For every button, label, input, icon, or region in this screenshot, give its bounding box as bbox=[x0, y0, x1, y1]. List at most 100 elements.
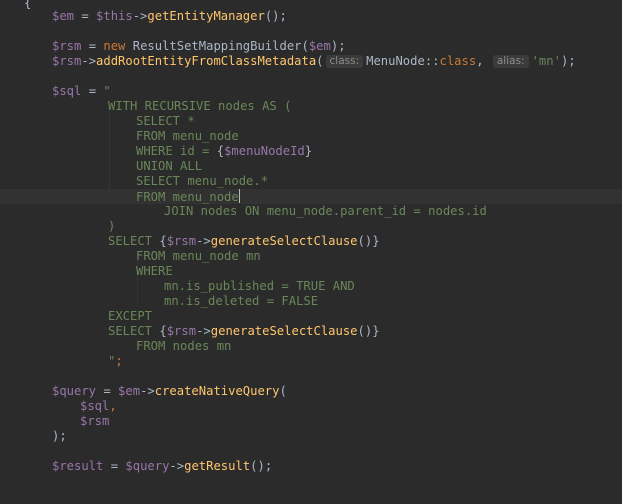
string-token: FROM nodes mn bbox=[136, 339, 232, 353]
code-line[interactable]: UNION ALL bbox=[0, 159, 622, 174]
variable-token: $rsm bbox=[80, 414, 110, 428]
string-token: SELECT bbox=[108, 324, 160, 338]
function-token: getResult bbox=[184, 459, 251, 473]
code-line[interactable]: SELECT {$rsm->generateSelectClause()} bbox=[0, 324, 622, 339]
variable-token: $query bbox=[125, 459, 170, 473]
code-line[interactable]: $sql, bbox=[0, 399, 622, 414]
variable-token: $rsm bbox=[166, 324, 197, 338]
operator-token: -> bbox=[140, 384, 155, 398]
operator-token: = bbox=[74, 9, 97, 23]
class-token: MenuNode:: bbox=[366, 54, 440, 68]
variable-token: $rsm bbox=[52, 39, 82, 53]
operator-token: -> bbox=[196, 234, 211, 248]
keyword-token: new bbox=[103, 39, 133, 53]
code-line[interactable]: SELECT menu_node.* bbox=[0, 174, 622, 189]
code-line[interactable]: FROM menu_node bbox=[0, 129, 622, 144]
interpolation-brace: } bbox=[372, 234, 380, 248]
punct-token: (); bbox=[250, 459, 273, 473]
punct-token: , bbox=[109, 399, 117, 413]
punct-token: () bbox=[357, 324, 373, 338]
punct-token: (); bbox=[264, 9, 287, 23]
variable-token: $menuNodeId bbox=[224, 144, 305, 158]
code-line[interactable]: SELECT {$rsm->generateSelectClause()} bbox=[0, 234, 622, 249]
string-token: EXCEPT bbox=[108, 309, 153, 323]
code-line[interactable]: $result = $query->getResult(); bbox=[0, 459, 622, 474]
code-line[interactable]: WHERE id = {$menuNodeId} bbox=[0, 144, 622, 159]
interpolation-brace: { bbox=[159, 324, 167, 338]
string-token: UNION ALL bbox=[136, 159, 203, 173]
code-line[interactable]: FROM menu_node mn bbox=[0, 249, 622, 264]
text-cursor bbox=[238, 189, 240, 203]
string-token: WHERE bbox=[136, 264, 173, 278]
punct-token: ; bbox=[115, 354, 123, 368]
function-token: createNativeQuery bbox=[154, 384, 280, 398]
variable-token: $rsm bbox=[166, 234, 197, 248]
code-line[interactable]: $sql = " bbox=[0, 84, 622, 99]
operator-token: -> bbox=[196, 324, 211, 338]
operator-token: = bbox=[81, 84, 104, 98]
code-line[interactable]: WHERE bbox=[0, 264, 622, 279]
parameter-hint-class: class: bbox=[325, 55, 364, 68]
class-token: ResultSetMappingBuilder( bbox=[132, 39, 309, 53]
code-line[interactable]: $em = $this->getEntityManager(); bbox=[0, 9, 622, 24]
string-token: WITH RECURSIVE nodes AS ( bbox=[108, 99, 292, 113]
function-token: generateSelectClause bbox=[210, 324, 358, 338]
code-line[interactable]: $rsm bbox=[0, 414, 622, 429]
string-token: " bbox=[103, 84, 111, 98]
string-token: SELECT bbox=[108, 234, 160, 248]
function-token: generateSelectClause bbox=[210, 234, 358, 248]
code-line[interactable]: EXCEPT bbox=[0, 309, 622, 324]
punct-token: ( bbox=[279, 384, 287, 398]
variable-token: $rsm bbox=[52, 54, 82, 68]
operator-token: -> bbox=[81, 54, 97, 68]
code-line[interactable]: JOIN nodes ON menu_node.parent_id = node… bbox=[0, 204, 622, 219]
function-token: addRootEntityFromClassMetadata bbox=[96, 54, 317, 68]
parameter-hint-alias: alias: bbox=[492, 55, 529, 68]
variable-token: $em bbox=[52, 9, 75, 23]
operator-token: = bbox=[103, 459, 126, 473]
variable-token: $this bbox=[96, 9, 133, 23]
code-line[interactable]: ) bbox=[0, 219, 622, 234]
function-token: getEntityManager bbox=[147, 9, 265, 23]
punct-token: , bbox=[476, 54, 491, 68]
string-token: WHERE id = bbox=[136, 144, 217, 158]
string-token: ) bbox=[108, 219, 116, 233]
code-line[interactable]: FROM nodes mn bbox=[0, 339, 622, 354]
string-token: mn.is_published = TRUE AND bbox=[164, 279, 355, 293]
variable-token: $query bbox=[52, 384, 97, 398]
interpolation-brace: { bbox=[159, 234, 167, 248]
variable-token: $sql bbox=[52, 84, 82, 98]
interpolation-brace: } bbox=[372, 324, 380, 338]
string-token: SELECT menu_node.* bbox=[136, 174, 269, 188]
code-line[interactable]: WITH RECURSIVE nodes AS ( bbox=[0, 99, 622, 114]
interpolation-brace: } bbox=[304, 144, 313, 158]
code-line[interactable]: $rsm->addRootEntityFromClassMetadata(cla… bbox=[0, 54, 622, 69]
operator-token: = bbox=[81, 39, 104, 53]
code-line-current[interactable]: FROM menu_node bbox=[0, 189, 622, 204]
code-line[interactable]: ); bbox=[0, 429, 622, 444]
code-line[interactable]: mn.is_published = TRUE AND bbox=[0, 279, 622, 294]
variable-token: $em bbox=[308, 39, 331, 53]
code-line[interactable]: mn.is_deleted = FALSE bbox=[0, 294, 622, 309]
interpolation-brace: { bbox=[216, 144, 225, 158]
variable-token: $sql bbox=[80, 399, 110, 413]
punct-token: ); bbox=[330, 39, 346, 53]
code-line[interactable]: $rsm = new ResultSetMappingBuilder($em); bbox=[0, 39, 622, 54]
operator-token: = bbox=[96, 384, 119, 398]
string-token: JOIN nodes ON menu_node.parent_id = node… bbox=[164, 204, 487, 218]
code-editor[interactable]: { $em = $this->getEntityManager(); $rsm … bbox=[0, 0, 622, 485]
keyword-token: class bbox=[439, 54, 477, 68]
operator-token: -> bbox=[169, 459, 185, 473]
string-token: FROM menu_node mn bbox=[136, 249, 261, 263]
string-token: FROM menu_node bbox=[136, 129, 239, 143]
punct-token: () bbox=[357, 234, 373, 248]
string-token: SELECT * bbox=[136, 114, 195, 128]
code-line[interactable]: "; bbox=[0, 354, 622, 369]
punct-token: ); bbox=[52, 429, 67, 443]
variable-token: $result bbox=[52, 459, 104, 473]
code-line[interactable]: $query = $em->createNativeQuery( bbox=[0, 384, 622, 399]
punct-token: ( bbox=[316, 54, 324, 68]
punct-token: ); bbox=[560, 54, 576, 68]
code-line[interactable]: SELECT * bbox=[0, 114, 622, 129]
string-token: FROM menu_node bbox=[136, 190, 239, 204]
